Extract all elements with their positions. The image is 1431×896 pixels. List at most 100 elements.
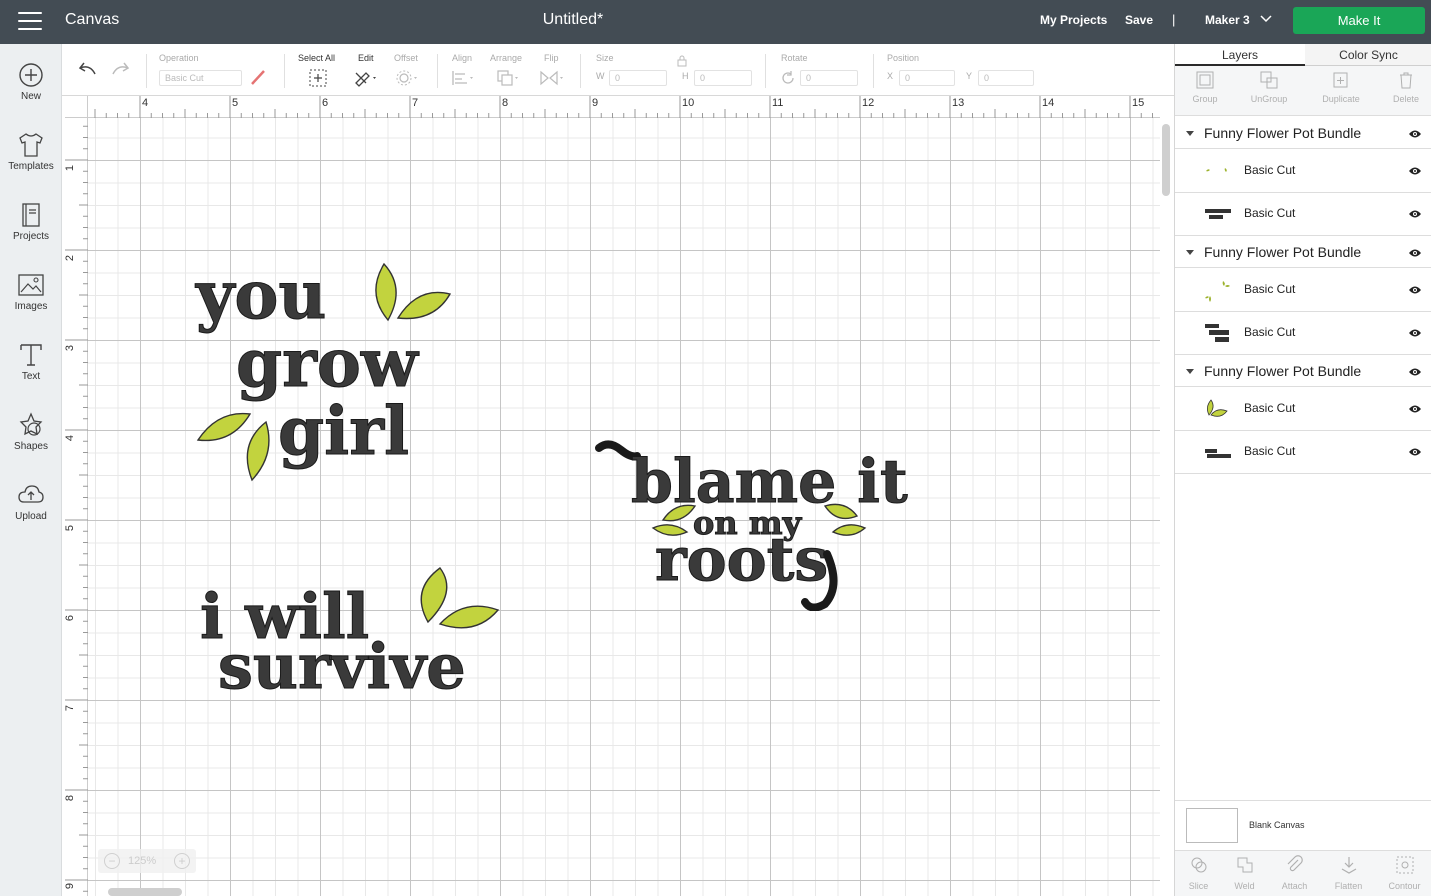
x-input[interactable]: 0	[899, 70, 955, 86]
size-label: Size	[596, 53, 614, 63]
ruler-top-number: 14	[1042, 97, 1055, 109]
ruler-top-number: 12	[862, 97, 875, 109]
sidebar-item-upload[interactable]: Upload	[0, 482, 62, 544]
design-text: grow	[236, 324, 420, 402]
flip-icon[interactable]	[539, 69, 567, 87]
sidebar-item-text[interactable]: Text	[0, 342, 62, 404]
eye-icon[interactable]	[1408, 447, 1422, 457]
blank-canvas-row: Blank Canvas	[1175, 800, 1431, 850]
eye-icon[interactable]	[1408, 248, 1422, 258]
ruler-top-number: 8	[502, 97, 509, 109]
tab-color-sync[interactable]: Color Sync	[1305, 44, 1431, 66]
toolbar-divider	[284, 54, 285, 88]
layer-name: Basic Cut	[1244, 282, 1296, 296]
collapse-triangle-icon[interactable]	[1186, 369, 1194, 374]
ungroup-button[interactable]: UnGroup	[1237, 70, 1301, 104]
eye-icon[interactable]	[1408, 285, 1422, 295]
eye-icon[interactable]	[1408, 328, 1422, 338]
design-canvas[interactable]: you grow girl blame it on my roots i wil…	[88, 118, 1160, 896]
sidebar-item-templates[interactable]: Templates	[0, 132, 62, 194]
layer-row[interactable]: Basic Cut	[1175, 388, 1431, 431]
offset-icon[interactable]	[395, 69, 421, 87]
rotate-icon[interactable]	[780, 70, 796, 86]
contour-button[interactable]: Contour	[1379, 855, 1430, 891]
delete-button[interactable]: Delete	[1374, 70, 1431, 104]
ruler-top-number: 9	[592, 97, 599, 109]
ruler-left-number: 1	[64, 164, 77, 172]
design-you-grow-girl[interactable]: you grow girl	[188, 258, 488, 483]
sidebar-item-projects[interactable]: Projects	[0, 202, 62, 264]
collapse-triangle-icon[interactable]	[1186, 250, 1194, 255]
group-name: Funny Flower Pot Bundle	[1204, 244, 1362, 260]
slice-label: Slice	[1188, 881, 1209, 891]
lock-icon[interactable]	[676, 55, 688, 67]
undo-icon[interactable]	[78, 60, 98, 78]
machine-selector[interactable]: Maker 3	[1205, 13, 1250, 27]
pen-color-icon[interactable]	[249, 68, 267, 86]
design-blame-it-on-my-roots[interactable]: blame it on my roots	[593, 436, 923, 611]
width-label: W	[596, 71, 605, 81]
layer-row[interactable]: Basic Cut	[1175, 431, 1431, 474]
my-projects-link[interactable]: My Projects	[1040, 13, 1107, 27]
chevron-down-icon[interactable]	[1260, 13, 1272, 25]
zoom-out-button[interactable]: −	[104, 853, 120, 869]
layer-name: Basic Cut	[1244, 444, 1296, 458]
layer-row[interactable]: Basic Cut	[1175, 193, 1431, 236]
flatten-button[interactable]: Flatten	[1323, 855, 1374, 891]
eye-icon[interactable]	[1408, 209, 1422, 219]
layer-thumbnail-text	[1205, 324, 1229, 342]
layer-row[interactable]: Basic Cut	[1175, 269, 1431, 312]
layer-group[interactable]: Funny Flower Pot Bundle	[1175, 118, 1431, 149]
sidebar-item-images[interactable]: Images	[0, 272, 62, 334]
attach-button[interactable]: Attach	[1269, 855, 1320, 891]
ruler-top-number: 15	[1132, 97, 1145, 109]
document-title[interactable]: Untitled*	[0, 11, 1146, 29]
eye-icon[interactable]	[1408, 367, 1422, 377]
blank-canvas-swatch[interactable]	[1186, 808, 1238, 843]
group-button[interactable]: Group	[1173, 70, 1237, 104]
zoom-control: − 125% +	[98, 849, 196, 873]
height-input[interactable]: 0	[694, 70, 752, 86]
flatten-icon	[1341, 857, 1356, 874]
ruler-left-number: 7	[64, 704, 77, 712]
operation-select[interactable]: Basic Cut	[159, 70, 242, 86]
toolbar-divider	[873, 54, 874, 88]
contour-icon	[1396, 856, 1413, 874]
rotate-label: Rotate	[781, 53, 808, 63]
align-label: Align	[452, 53, 473, 63]
layer-row[interactable]: Basic Cut	[1175, 312, 1431, 355]
sidebar-item-shapes[interactable]: Shapes	[0, 412, 62, 474]
slice-button[interactable]: Slice	[1173, 855, 1224, 891]
y-input[interactable]: 0	[978, 70, 1034, 86]
zoom-in-button[interactable]: +	[174, 853, 190, 869]
edit-tools-icon[interactable]	[354, 69, 380, 87]
save-link[interactable]: Save	[1125, 13, 1153, 27]
layer-group[interactable]: Funny Flower Pot Bundle	[1175, 356, 1431, 387]
arrange-icon[interactable]	[496, 69, 522, 87]
design-i-will-survive[interactable]: i will survive	[196, 560, 546, 695]
collapse-triangle-icon[interactable]	[1186, 131, 1194, 136]
rotate-input[interactable]: 0	[800, 70, 858, 86]
sidebar-item-new[interactable]: New	[0, 62, 62, 124]
align-icon[interactable]	[451, 69, 477, 87]
horizontal-scrollbar[interactable]	[108, 888, 182, 896]
make-it-button[interactable]: Make It	[1293, 7, 1425, 34]
flatten-label: Flatten	[1334, 881, 1363, 891]
eye-icon[interactable]	[1408, 166, 1422, 176]
vertical-scrollbar[interactable]	[1162, 124, 1170, 196]
layer-group[interactable]: Funny Flower Pot Bundle	[1175, 237, 1431, 268]
layer-name: Basic Cut	[1244, 206, 1296, 220]
duplicate-button[interactable]: Duplicate	[1309, 70, 1373, 104]
y-label: Y	[966, 71, 973, 81]
sidebar-label: New	[20, 91, 41, 102]
weld-button[interactable]: Weld	[1219, 855, 1270, 891]
select-all-icon[interactable]	[309, 69, 327, 87]
eye-icon[interactable]	[1408, 404, 1422, 414]
delete-label: Delete	[1392, 94, 1419, 104]
redo-icon[interactable]	[110, 60, 130, 78]
tab-layers[interactable]: Layers	[1175, 44, 1305, 66]
eye-icon[interactable]	[1408, 129, 1422, 139]
attach-label: Attach	[1281, 881, 1308, 891]
layer-row[interactable]: Basic Cut	[1175, 150, 1431, 193]
width-input[interactable]: 0	[609, 70, 667, 86]
